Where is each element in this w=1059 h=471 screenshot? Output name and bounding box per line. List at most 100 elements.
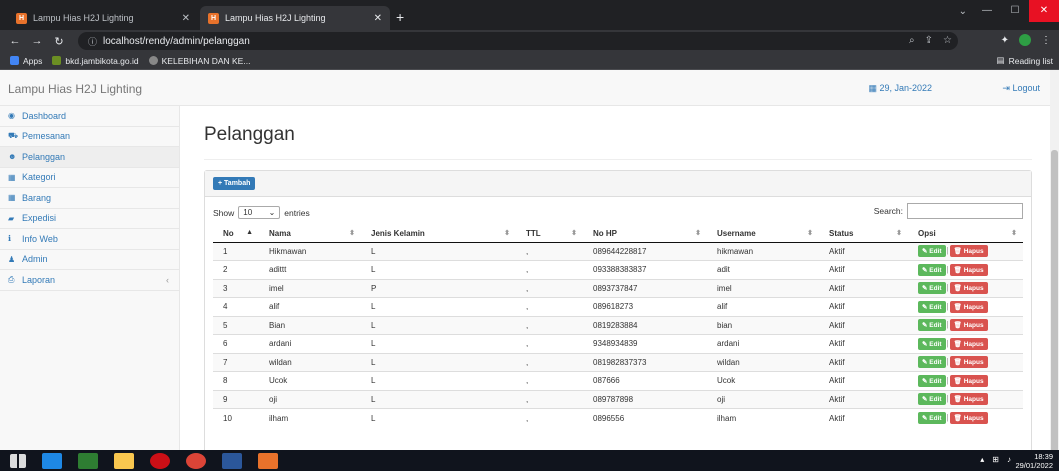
edit-label: Edit bbox=[929, 396, 942, 404]
sidebar-item-pelanggan[interactable]: ☻ Pelanggan bbox=[0, 147, 179, 168]
tab-search-icon[interactable]: ⌄ bbox=[959, 6, 967, 17]
menu-icon[interactable]: ⋮ bbox=[1041, 35, 1051, 46]
bookmark-star-icon[interactable]: ☆ bbox=[943, 35, 952, 46]
column-header-nama[interactable]: Nama ⬍ bbox=[259, 225, 361, 243]
system-clock[interactable]: 18:39 29/01/2022 bbox=[1015, 452, 1053, 470]
search-input[interactable] bbox=[907, 203, 1023, 219]
edit-button[interactable]: ✎ Edit bbox=[918, 300, 946, 313]
close-tab-icon[interactable]: ✕ bbox=[374, 13, 382, 24]
column-header-no[interactable]: No ▲ bbox=[213, 225, 259, 243]
chevron-up-icon[interactable]: ▴ bbox=[980, 455, 984, 464]
delete-button[interactable]: 🗑 Hapus bbox=[949, 282, 988, 295]
browser-tab-2[interactable]: H Lampu Hias H2J Lighting ✕ bbox=[200, 6, 390, 30]
delete-button[interactable]: 🗑 Hapus bbox=[949, 374, 988, 387]
column-header-ttl[interactable]: TTL ⬍ bbox=[516, 225, 583, 243]
maximize-icon[interactable]: ☐ bbox=[1001, 0, 1029, 22]
delete-label: Hapus bbox=[963, 266, 984, 274]
site-favicon-icon: H bbox=[208, 12, 219, 24]
column-header-status[interactable]: Status ⬍ bbox=[819, 225, 908, 243]
sidebar-item-info-web[interactable]: ℹ Info Web bbox=[0, 229, 179, 250]
edit-button[interactable]: ✎ Edit bbox=[918, 412, 946, 424]
delete-button[interactable]: 🗑 Hapus bbox=[949, 393, 988, 406]
zoom-icon[interactable]: ⌕ bbox=[909, 35, 915, 46]
brand-title[interactable]: Lampu Hias H2J Lighting bbox=[8, 82, 142, 96]
cell-no-hp: 0893737847 bbox=[583, 278, 707, 298]
delete-button[interactable]: 🗑 Hapus bbox=[949, 319, 988, 332]
edit-button[interactable]: ✎ Edit bbox=[918, 393, 946, 406]
print-icon: ⎙ bbox=[8, 274, 15, 284]
close-tab-icon[interactable]: ✕ bbox=[182, 13, 190, 24]
column-header-username[interactable]: Username ⬍ bbox=[707, 225, 819, 243]
cell-status: Aktif bbox=[819, 352, 908, 372]
new-tab-button[interactable]: + bbox=[396, 9, 404, 25]
sidebar-item-label: Barang bbox=[22, 192, 52, 203]
bookmark-apps[interactable]: Apps bbox=[10, 56, 42, 66]
sidebar-item-laporan[interactable]: ⎙ Laporan ‹ bbox=[0, 270, 179, 291]
edit-button[interactable]: ✎ Edit bbox=[918, 337, 946, 350]
delete-button[interactable]: 🗑 Hapus bbox=[949, 300, 988, 313]
reload-icon[interactable]: ↻ bbox=[52, 35, 66, 48]
edit-button[interactable]: ✎ Edit bbox=[918, 319, 946, 332]
cell-username: oji bbox=[707, 389, 819, 409]
delete-button[interactable]: 🗑 Hapus bbox=[949, 245, 988, 258]
entries-select[interactable]: 10 ⌄ bbox=[238, 206, 281, 219]
network-icon[interactable]: ⊞ bbox=[992, 455, 999, 464]
edit-button[interactable]: ✎ Edit bbox=[918, 245, 946, 258]
delete-label: Hapus bbox=[963, 396, 984, 404]
windows-start-icon[interactable] bbox=[10, 453, 26, 468]
trash-icon: 🗑 bbox=[953, 396, 964, 404]
sidebar-item-barang[interactable]: ▦ Barang bbox=[0, 188, 179, 209]
cell-nama: adittt bbox=[259, 260, 361, 279]
table-row: 10 ilham L, 0896556 ilham Aktif ✎ Edit | 🗑 Hapus bbox=[213, 408, 1023, 427]
add-customer-button[interactable]: + Tambah bbox=[213, 177, 256, 190]
tab-title: Lampu Hias H2J Lighting bbox=[225, 13, 326, 23]
bookmark-kelebihan[interactable]: KELEBIHAN DAN KE... bbox=[148, 56, 250, 66]
reading-list-button[interactable]: ▤ Reading list bbox=[997, 55, 1053, 66]
column-header-no-hp[interactable]: No HP ⬍ bbox=[583, 225, 707, 243]
address-bar[interactable]: ⓘ localhost/rendy/admin/pelanggan ⌕ ⇪ ☆ bbox=[78, 32, 958, 50]
sidebar-item-kategori[interactable]: ▦ Kategori bbox=[0, 168, 179, 188]
edit-button[interactable]: ✎ Edit bbox=[918, 374, 946, 387]
opera-icon[interactable] bbox=[150, 452, 170, 469]
info-icon[interactable]: ⓘ bbox=[88, 35, 97, 48]
profile-avatar[interactable] bbox=[1019, 34, 1031, 46]
page-scrollbar[interactable] bbox=[1050, 70, 1059, 470]
scrollbar-thumb[interactable] bbox=[1051, 150, 1058, 470]
sidebar-item-admin[interactable]: ♟ Admin bbox=[0, 250, 179, 270]
internet-explorer-icon[interactable] bbox=[42, 452, 62, 469]
store-icon[interactable] bbox=[78, 452, 98, 469]
table-row: 3 imel P, 0893737847 imel Aktif ✎ Edit | 🗑 Hapus bbox=[213, 278, 1023, 298]
browser-tab-1[interactable]: H Lampu Hias H2J Lighting ✕ bbox=[8, 6, 198, 30]
share-icon[interactable]: ⇪ bbox=[925, 35, 933, 46]
cell-ttl: , bbox=[516, 389, 583, 409]
edit-button[interactable]: ✎ Edit bbox=[918, 282, 946, 295]
cell-opsi: ✎ Edit | 🗑 Hapus bbox=[908, 278, 1023, 298]
edit-button[interactable]: ✎ Edit bbox=[918, 263, 946, 276]
bookmark-bkd[interactable]: bkd.jambikota.go.id bbox=[52, 56, 139, 66]
delete-button[interactable]: 🗑 Hapus bbox=[949, 337, 988, 350]
xampp-icon[interactable] bbox=[258, 452, 278, 469]
delete-button[interactable]: 🗑 Hapus bbox=[949, 356, 988, 369]
volume-icon[interactable]: ♪ bbox=[1007, 455, 1011, 464]
delete-button[interactable]: 🗑 Hapus bbox=[949, 412, 988, 424]
forward-icon[interactable]: → bbox=[30, 35, 44, 47]
extension-icon[interactable]: ✦ bbox=[1001, 35, 1009, 46]
delete-button[interactable]: 🗑 Hapus bbox=[949, 263, 988, 276]
word-icon[interactable] bbox=[222, 452, 242, 469]
back-icon[interactable]: ← bbox=[8, 35, 22, 47]
cell-nama: wildan bbox=[259, 352, 361, 372]
cell-opsi: ✎ Edit | 🗑 Hapus bbox=[908, 260, 1023, 279]
logout-link[interactable]: ⇥ Logout bbox=[1002, 83, 1040, 94]
cell-jenis-kelamin: L bbox=[361, 260, 516, 279]
column-header-jenis-kelamin[interactable]: Jenis Kelamin ⬍ bbox=[361, 225, 516, 243]
edit-button[interactable]: ✎ Edit bbox=[918, 356, 946, 369]
file-explorer-icon[interactable] bbox=[114, 452, 134, 469]
chrome-icon[interactable] bbox=[186, 452, 206, 469]
sidebar-item-expedisi[interactable]: ▰ Expedisi bbox=[0, 209, 179, 229]
sidebar-item-label: Laporan bbox=[22, 274, 56, 285]
close-window-icon[interactable]: ✕ bbox=[1029, 0, 1059, 22]
sidebar-item-dashboard[interactable]: ◉ Dashboard bbox=[0, 106, 179, 127]
column-header-opsi[interactable]: Opsi ⬍ bbox=[908, 225, 1023, 243]
sidebar-item-pemesanan[interactable]: ⛟ Pemesanan bbox=[0, 127, 179, 147]
minimize-icon[interactable]: — bbox=[973, 0, 1001, 22]
